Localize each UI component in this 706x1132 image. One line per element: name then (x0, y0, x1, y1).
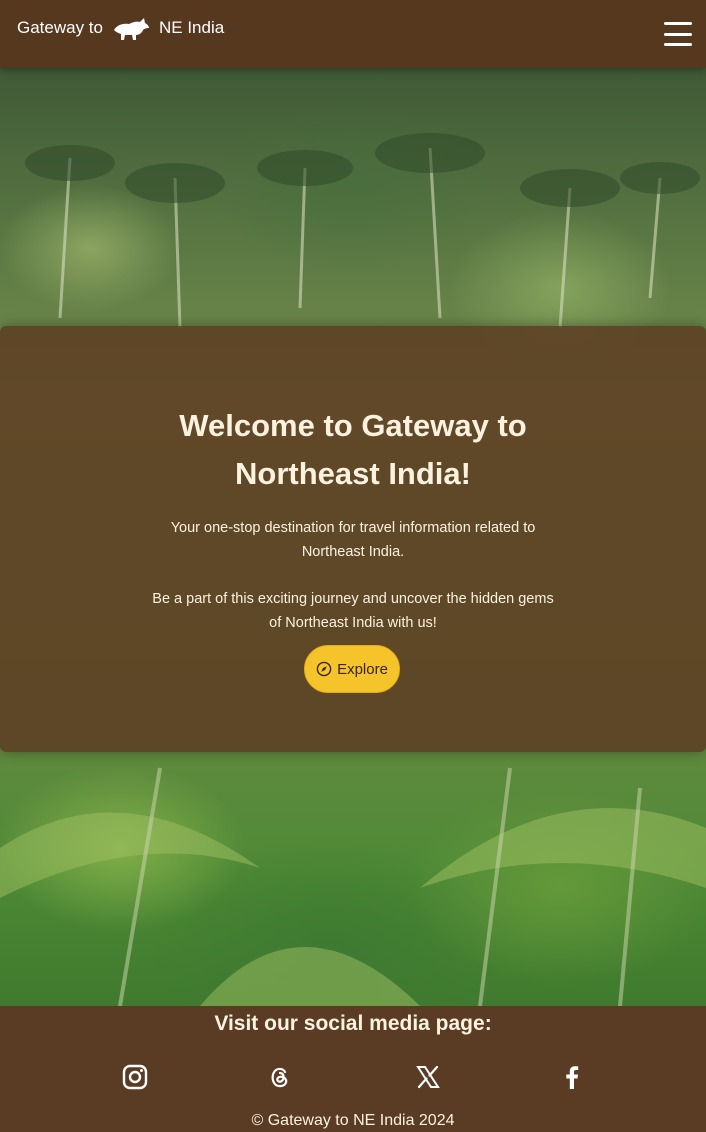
threads-link[interactable] (265, 1062, 295, 1092)
instagram-icon (122, 1064, 148, 1090)
brand-link[interactable]: Gateway to NE India (17, 14, 224, 42)
top-navbar: Gateway to NE India (0, 0, 706, 68)
x-twitter-icon (416, 1065, 440, 1089)
brand-prefix: Gateway to (17, 18, 103, 37)
hamburger-menu-icon[interactable] (664, 20, 692, 48)
welcome-subtitle-2: Be a part of this exciting journey and u… (152, 591, 554, 631)
welcome-subtitle: Your one-stop destination for travel inf… (170, 520, 536, 560)
explore-button[interactable]: Explore (304, 645, 400, 693)
facebook-link[interactable] (557, 1062, 587, 1092)
x-twitter-link[interactable] (413, 1062, 443, 1092)
copyright-text: © Gateway to NE India 2024 (251, 1112, 455, 1129)
brand-suffix: NE India (159, 18, 225, 37)
instagram-link[interactable] (120, 1062, 150, 1092)
welcome-card: Welcome to Gateway to Northeast India! Y… (0, 326, 706, 752)
welcome-title: Welcome to Gateway to Northeast India! (179, 408, 527, 491)
social-heading: Visit our social media page: (214, 1012, 492, 1035)
footer: Visit our social media page: © Gateway t… (0, 1006, 706, 1132)
compass-icon (316, 661, 332, 677)
threads-icon (271, 1067, 288, 1088)
facebook-icon (566, 1066, 579, 1089)
explore-label: Explore (337, 660, 388, 678)
social-links (0, 1062, 706, 1092)
rhino-logo-icon (114, 18, 149, 40)
